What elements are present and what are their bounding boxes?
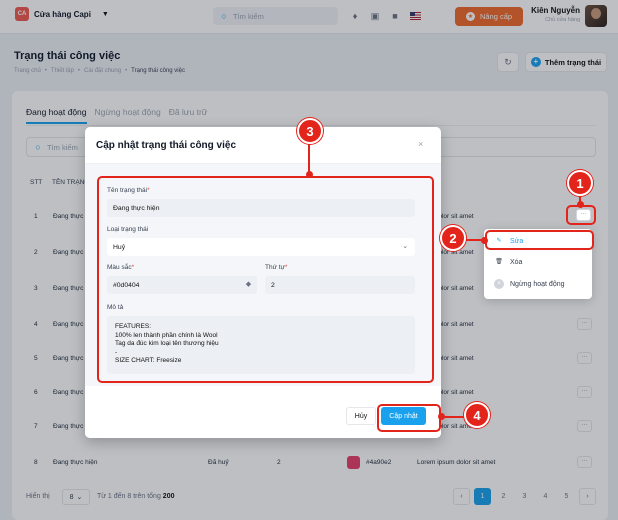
- menu-delete-label: Xóa: [510, 258, 523, 266]
- annotation-box-edit: [485, 230, 594, 250]
- trash-icon: 🗑: [495, 259, 503, 265]
- modal-title: Cập nhật trạng thái công việc: [96, 140, 237, 151]
- annotation-box-update: [377, 404, 441, 432]
- menu-deactivate-label: Ngừng hoạt động: [510, 280, 565, 288]
- annotation-line: [308, 140, 310, 174]
- annotation-number: 1: [567, 170, 593, 196]
- annotation-box-more: [566, 205, 596, 225]
- annotation-number: 4: [464, 402, 490, 428]
- block-icon: ×: [494, 279, 504, 289]
- annotation-number: 2: [440, 225, 466, 251]
- annotation-number: 3: [297, 118, 323, 144]
- menu-item-deactivate[interactable]: × Ngừng hoạt động: [494, 279, 565, 289]
- annotation-line: [442, 416, 464, 418]
- annotation-box-form: [97, 176, 434, 383]
- close-icon[interactable]: ×: [418, 139, 423, 149]
- cancel-button[interactable]: Hủy: [346, 407, 376, 425]
- menu-item-delete[interactable]: 🗑 Xóa: [494, 257, 522, 267]
